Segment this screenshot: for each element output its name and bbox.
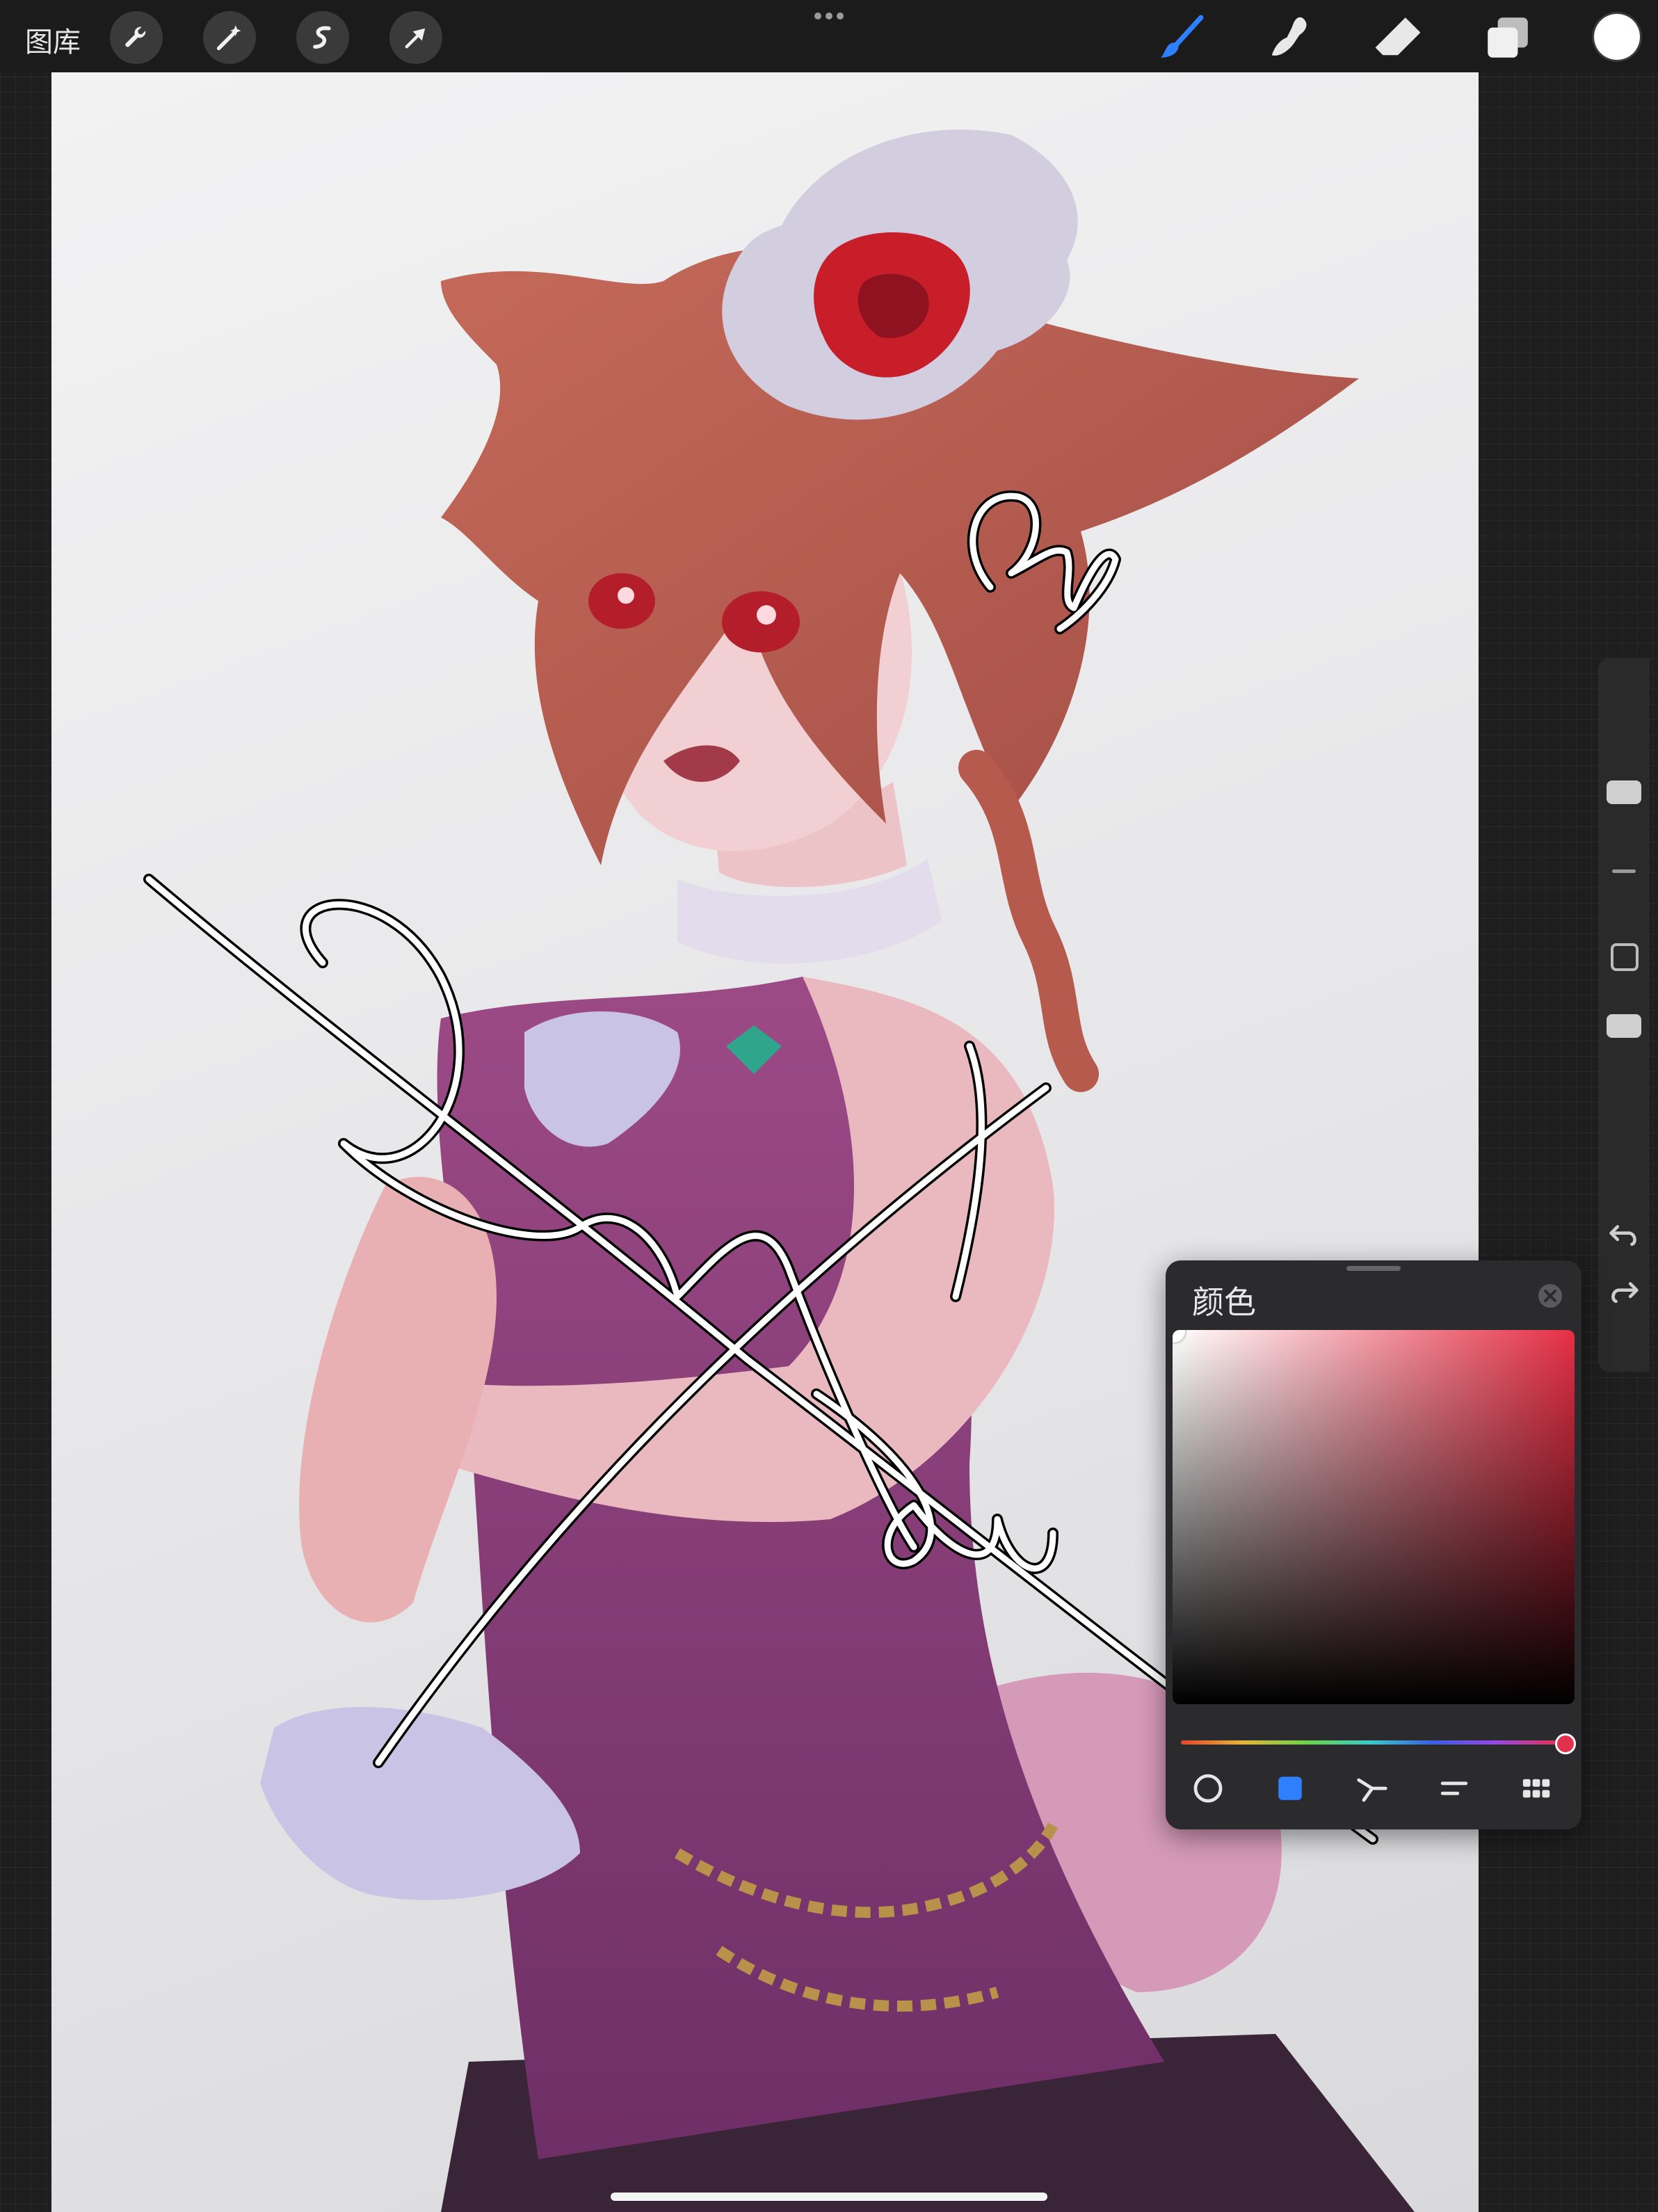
color-swatch-button[interactable] [1594, 14, 1640, 60]
redo-icon[interactable] [1608, 1276, 1640, 1308]
value-mode-icon [1440, 1781, 1468, 1795]
close-icon[interactable] [1537, 1283, 1563, 1309]
layers-button[interactable] [1480, 10, 1536, 65]
home-indicator[interactable] [611, 2193, 1047, 2201]
harmony-mode-icon [1357, 1778, 1387, 1802]
drawing-canvas[interactable] [51, 72, 1479, 2212]
panel-grabber[interactable] [1346, 1266, 1401, 1271]
smudge-icon [1271, 17, 1307, 56]
size-divider [1612, 869, 1636, 873]
panel-title: 颜色 [1192, 1283, 1256, 1321]
disc-mode-button[interactable] [1188, 1768, 1228, 1809]
adjustments-button[interactable] [203, 11, 256, 64]
undo-icon[interactable] [1608, 1219, 1640, 1251]
signature-overlay [143, 490, 1378, 1845]
brush-tool-button[interactable] [1153, 10, 1209, 65]
disc-mode-icon [1193, 1774, 1223, 1803]
classic-mode-icon [1278, 1777, 1302, 1800]
selection-icon [313, 26, 331, 49]
value-mode-button[interactable] [1434, 1768, 1474, 1809]
harmony-mode-button[interactable] [1352, 1768, 1392, 1809]
transform-arrow-icon [405, 28, 426, 49]
eraser-icon [1375, 17, 1421, 56]
color-picker-marker[interactable] [1173, 1330, 1185, 1343]
eraser-tool-button[interactable] [1370, 10, 1426, 65]
color-panel: 颜色 [1166, 1260, 1581, 1829]
palettes-mode-button[interactable] [1516, 1768, 1556, 1809]
brush-icon [1161, 15, 1204, 58]
gallery-button[interactable]: 图库 [25, 19, 81, 60]
modify-square-button[interactable] [1611, 943, 1639, 971]
brush-size-slider[interactable] [1607, 780, 1641, 804]
more-dots-icon[interactable] [812, 11, 846, 21]
classic-mode-button[interactable] [1270, 1768, 1310, 1809]
selection-button[interactable] [296, 11, 349, 64]
actions-wrench-button[interactable] [110, 11, 163, 64]
side-bar [1598, 658, 1650, 1372]
top-toolbar: 图库 [0, 0, 1658, 72]
opacity-slider[interactable] [1607, 1014, 1641, 1038]
hue-slider[interactable] [1181, 1740, 1562, 1745]
hue-slider-knob[interactable] [1555, 1733, 1576, 1754]
transform-button[interactable] [389, 11, 442, 64]
smudge-tool-button[interactable] [1262, 10, 1317, 65]
color-saturation-field[interactable] [1173, 1330, 1575, 1704]
layers-icon [1488, 17, 1528, 58]
magic-wand-icon [216, 25, 241, 51]
palettes-mode-icon [1522, 1779, 1550, 1798]
wrench-icon [125, 26, 146, 47]
